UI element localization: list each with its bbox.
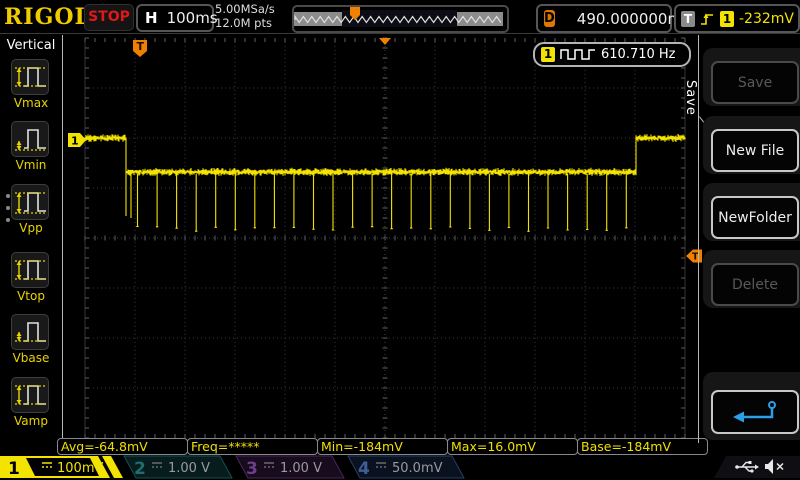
oscilloscope-screen: RIGOL STOP H 100ms 5.00MSa/s 12.0M pts D…: [0, 0, 800, 480]
timebase-value: 100ms: [167, 9, 218, 27]
sidebar-item-vamp[interactable]: Vamp: [11, 377, 51, 428]
square-wave-icon: [560, 48, 596, 61]
svg-text:1: 1: [71, 135, 79, 148]
channel-number: 2: [134, 459, 146, 479]
vamp-icon: [11, 377, 49, 413]
new-folder-button[interactable]: NewFolder: [711, 196, 799, 239]
memory-depth: 12.0M pts: [215, 17, 275, 31]
trigger-delay-box[interactable]: D 490.000000ms: [536, 4, 672, 33]
sidebar-item-label: Vtop: [11, 289, 51, 303]
delay-icon: D: [544, 10, 555, 27]
vmin-icon: [11, 121, 49, 157]
frequency-value: 610.710 Hz: [601, 47, 676, 62]
horizontal-position-bar[interactable]: [292, 5, 509, 33]
horizontal-label: H: [145, 9, 158, 27]
channel-scale: 1.00 V: [168, 461, 210, 476]
trigger-level-marker: [686, 250, 702, 263]
vpp-icon: [11, 184, 49, 220]
vmax-icon: [11, 59, 49, 95]
save-button[interactable]: Save: [711, 61, 799, 104]
channel-scale: 100mV: [57, 461, 103, 476]
channel-number: 1: [8, 459, 20, 479]
return-arrow-icon: [725, 398, 785, 426]
page-indicator-dot: [6, 194, 10, 198]
channel-scale: 50.0mV: [392, 461, 443, 476]
sidebar-item-label: Vmin: [11, 158, 51, 172]
delay-value: 490.000000ms: [577, 10, 690, 28]
graticule: [85, 38, 685, 438]
brand-logo: RIGOL: [4, 4, 91, 30]
top-status-bar: RIGOL STOP H 100ms 5.00MSa/s 12.0M pts D…: [0, 0, 800, 34]
return-button[interactable]: [711, 390, 799, 434]
sidebar-item-vtop[interactable]: Vtop: [11, 252, 51, 303]
trigger-label: T: [681, 11, 695, 27]
new-file-button[interactable]: New File: [711, 129, 799, 172]
sidebar-item-label: Vbase: [11, 351, 51, 365]
trigger-markers: 1TT: [68, 38, 702, 263]
channel-tab-1[interactable]: 1 100mV: [0, 456, 123, 479]
vbase-icon: [11, 314, 49, 350]
menu-tab-save: Save: [682, 80, 698, 116]
channel-tab-3[interactable]: 3 1.00 V: [236, 456, 344, 479]
trigger-position-marker: [133, 40, 147, 57]
sidebar-item-vpp[interactable]: Vpp: [11, 184, 51, 235]
trigger-status-box[interactable]: T 1 -232mV: [674, 4, 800, 33]
waveform-display: 1 T T: [0, 0, 800, 480]
rising-edge-icon: [700, 11, 715, 27]
sidebar-item-vmin[interactable]: Vmin: [11, 121, 51, 172]
menu-title-vertical: Vertical: [0, 38, 62, 53]
horizontal-timebase-box[interactable]: H 100ms: [136, 4, 214, 32]
system-status-icons: [714, 456, 800, 478]
window-center-marker: [379, 38, 391, 45]
sample-rate: 5.00MSa/s: [215, 3, 275, 17]
hardware-frequency-counter: 1 610.710 Hz: [533, 42, 691, 67]
right-menu-separator: [698, 35, 699, 443]
acquisition-info: 5.00MSa/s 12.0M pts: [215, 3, 275, 30]
trigger-source-badge: 1: [720, 11, 734, 27]
sidebar-item-label: Vamp: [11, 414, 51, 428]
channel-number: 3: [246, 459, 258, 479]
trigger-level-value: -232mV: [739, 11, 794, 27]
channel-scale: 1.00 V: [280, 461, 322, 476]
delete-button[interactable]: Delete: [711, 263, 799, 306]
ch1-level-marker: [68, 133, 86, 147]
sidebar-item-vmax[interactable]: Vmax: [11, 59, 51, 110]
channel-number: 4: [358, 459, 370, 479]
svg-text:T: T: [137, 40, 145, 53]
page-indicator-dot: [6, 206, 10, 210]
channel-tab-2[interactable]: 2 1.00 V: [124, 456, 232, 479]
vtop-icon: [11, 252, 49, 288]
waveform-trace-ch1: [85, 134, 685, 231]
sidebar-item-label: Vmax: [11, 96, 51, 110]
memory-window-indicator: [294, 7, 503, 27]
run-state-indicator: STOP: [84, 4, 134, 31]
left-menu-separator: [62, 35, 63, 449]
counter-source-badge: 1: [541, 47, 555, 62]
page-indicator-dot: [6, 218, 10, 222]
sidebar-item-label: Vpp: [11, 221, 51, 235]
channel-status-bar: 1 100mV 2 1.00 V 3 1.00 V: [0, 453, 800, 480]
channel-tab-4[interactable]: 4 50.0mV: [348, 456, 464, 479]
sidebar-item-vbase[interactable]: Vbase: [11, 314, 51, 365]
